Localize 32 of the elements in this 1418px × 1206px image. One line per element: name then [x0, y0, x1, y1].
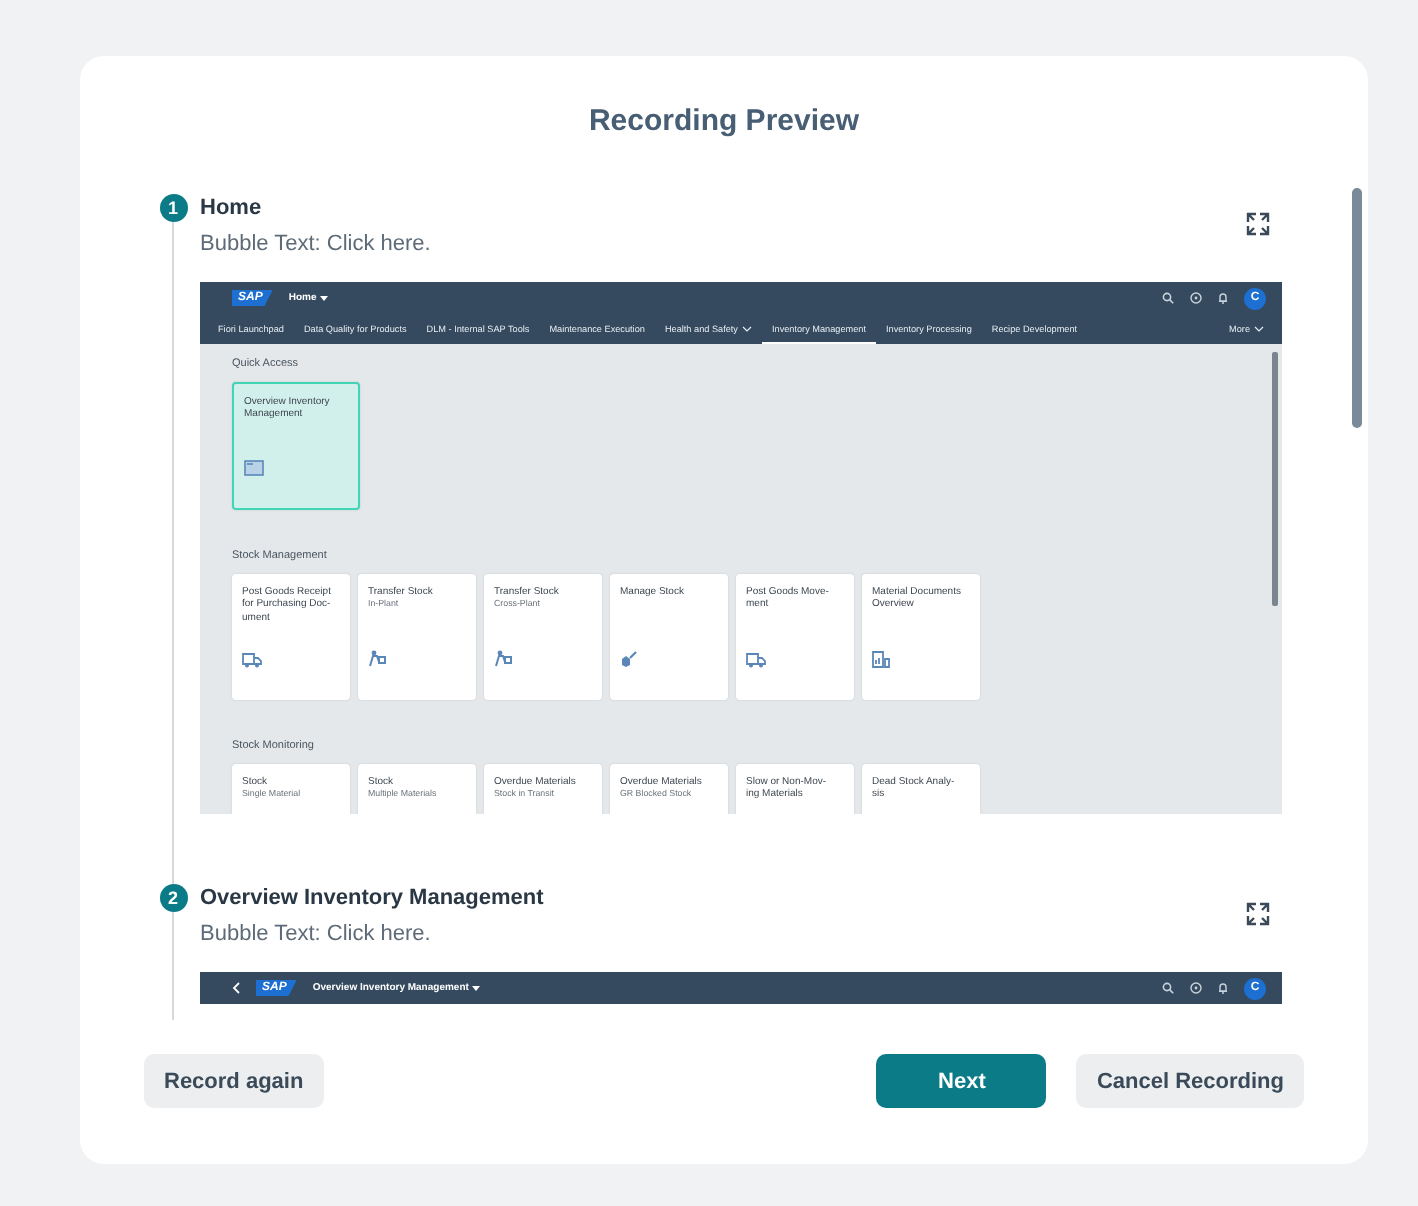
back-icon[interactable]: [232, 982, 240, 994]
truck-icon: [242, 652, 262, 668]
bell-icon[interactable]: [1218, 292, 1228, 304]
dolly-icon: [494, 650, 512, 668]
search-icon[interactable]: [1162, 292, 1174, 304]
secondary-button[interactable]: Record again: [144, 1054, 324, 1108]
help-icon[interactable]: [1190, 292, 1202, 304]
help-icon[interactable]: [1190, 982, 1202, 994]
step-number: 2: [159, 884, 187, 912]
caret-icon: [472, 985, 481, 991]
expand-icon[interactable]: [1246, 902, 1270, 926]
bell-icon[interactable]: [1218, 982, 1228, 994]
dolly-icon: [368, 650, 386, 668]
secondary-button[interactable]: Cancel Recording: [1076, 1054, 1304, 1108]
card-icon: [244, 460, 264, 476]
chevron-down-icon: [1254, 325, 1264, 331]
chevron-down-icon: [741, 325, 752, 331]
wrench-icon: [620, 650, 638, 668]
chart-icon: [872, 650, 890, 668]
scrollbar[interactable]: [1272, 352, 1278, 606]
expand-icon[interactable]: [1246, 212, 1270, 236]
bubble-text: Bubble Text: Click here.: [200, 232, 431, 256]
truck-icon: [746, 652, 766, 668]
dialog-title: Recording Preview: [586, 104, 862, 142]
bubble-text: Bubble Text: Click here.: [200, 922, 433, 946]
scrollbar[interactable]: [1352, 188, 1362, 428]
step-number: 1: [159, 194, 187, 222]
step-title: Overview Inventory Management: [200, 886, 544, 910]
primary-button[interactable]: Next: [876, 1054, 1047, 1108]
caret-icon: [320, 295, 329, 301]
step-title: Home: [200, 196, 264, 220]
search-icon[interactable]: [1162, 982, 1174, 994]
